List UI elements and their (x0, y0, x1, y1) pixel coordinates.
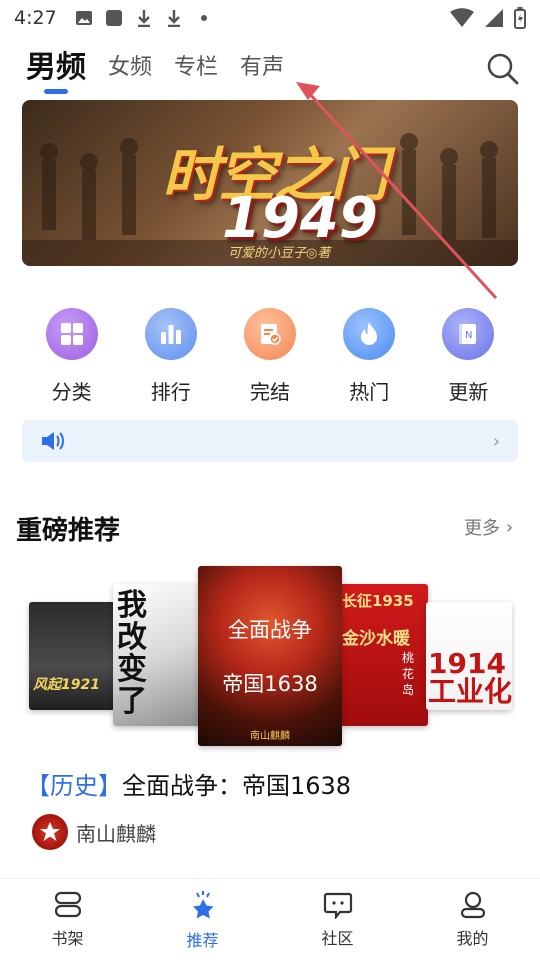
book-title-text: 全面战争：帝国1638 (122, 772, 352, 800)
author-avatar (32, 814, 68, 850)
download-icon (137, 10, 150, 27)
tab-column[interactable]: 专栏 (174, 48, 218, 88)
audio-notice-bar[interactable]: › (22, 420, 518, 462)
status-bar: 4:27 (0, 0, 540, 36)
tab-female[interactable]: 女频 (108, 48, 152, 88)
more-label: 更多 (464, 518, 500, 539)
author-row[interactable]: 南山麒麟 (32, 814, 156, 850)
category-finished[interactable]: 完结 (220, 308, 319, 405)
cover-subtitle: 金沙水暖 (342, 629, 410, 649)
nav-label: 社区 (321, 929, 354, 948)
nav-mine[interactable]: 我的 (405, 879, 540, 960)
category-shortcuts: 分类 排行 完结 热门 N 更新 (22, 308, 518, 405)
bottom-nav: 书架 推荐 社区 我的 (0, 878, 540, 960)
flame-icon (343, 308, 396, 360)
cover-subtitle: 帝国1638 (222, 672, 318, 696)
cover-author: 南山麒麟 (250, 731, 290, 742)
category-label: 更新 (448, 380, 489, 404)
tab-audio[interactable]: 有声 (240, 48, 284, 88)
category-hot[interactable]: 热门 (320, 308, 419, 405)
tab-male[interactable]: 男频 (26, 48, 86, 94)
star-icon (192, 891, 213, 919)
check-document-icon (244, 308, 296, 360)
search-icon[interactable] (486, 52, 520, 86)
top-tab-bar: 男频 女频 专栏 有声 (26, 48, 284, 94)
author-name: 南山麒麟 (76, 821, 156, 846)
notebook-icon: N (442, 308, 495, 360)
cover-title: 风起1921 (33, 677, 100, 693)
image-icon (75, 11, 92, 25)
nav-bookshelf[interactable]: 书架 (0, 879, 135, 960)
grid-icon (45, 308, 98, 360)
book-cover[interactable]: 长征1935 金沙水暖 桃花岛 (340, 584, 428, 726)
signal-icon (485, 9, 503, 27)
banner-author: 可爱的小豆子◎著 (228, 246, 331, 261)
category-label: 分类 (51, 380, 92, 404)
user-icon (460, 891, 485, 919)
category-label: 完结 (250, 380, 290, 404)
nav-label: 书架 (51, 929, 84, 948)
cover-title: 全面战争 (228, 618, 312, 642)
category-classify[interactable]: 分类 (22, 308, 121, 405)
bar-chart-icon (144, 308, 197, 360)
cover-title: 我改变了 (117, 588, 147, 719)
book-cover[interactable]: 风起1921 (29, 602, 115, 710)
chevron-right-icon: › (492, 430, 500, 452)
category-label: 排行 (150, 380, 191, 404)
battery-icon (514, 7, 526, 29)
download-icon (167, 10, 180, 27)
notification-icons (75, 9, 213, 27)
cover-title: 长征1935 (342, 592, 414, 610)
nav-label: 推荐 (186, 931, 219, 950)
chevron-right-icon: › (506, 516, 514, 538)
bookshelf-icon (54, 891, 81, 918)
wifi-icon (450, 8, 474, 27)
category-update[interactable]: N 更新 (419, 308, 518, 405)
star-badge-icon (40, 822, 60, 841)
book-cover[interactable]: 我改变了 (113, 584, 201, 726)
category-label: 热门 (349, 380, 390, 404)
book-cover-featured[interactable]: 全面战争 帝国1638 南山麒麟 (198, 566, 342, 746)
app-icon (105, 10, 122, 26)
promo-banner[interactable]: 时空之门 1949 可爱的小豆子◎著 (22, 100, 518, 266)
book-genre: 【历史】 (26, 772, 122, 800)
cover-title: 1914工业化 (428, 647, 512, 708)
cover-side-text: 桃花岛 (402, 651, 415, 697)
nav-recommend[interactable]: 推荐 (135, 879, 270, 960)
more-dot-icon (200, 15, 207, 21)
featured-book-title[interactable]: 【历史】全面战争：帝国1638 (26, 766, 351, 801)
nav-community[interactable]: 社区 (270, 879, 405, 960)
category-ranking[interactable]: 排行 (121, 308, 220, 405)
section-title: 重磅推荐 (16, 516, 121, 546)
svg-text:N: N (465, 330, 472, 341)
speaker-icon (42, 432, 64, 450)
nav-label: 我的 (456, 929, 489, 948)
book-cover[interactable]: 1914工业化 (426, 602, 512, 710)
chat-icon (323, 892, 352, 919)
status-time: 4:27 (14, 7, 57, 29)
system-icons (450, 7, 526, 29)
more-button[interactable]: 更多 › (464, 514, 513, 540)
